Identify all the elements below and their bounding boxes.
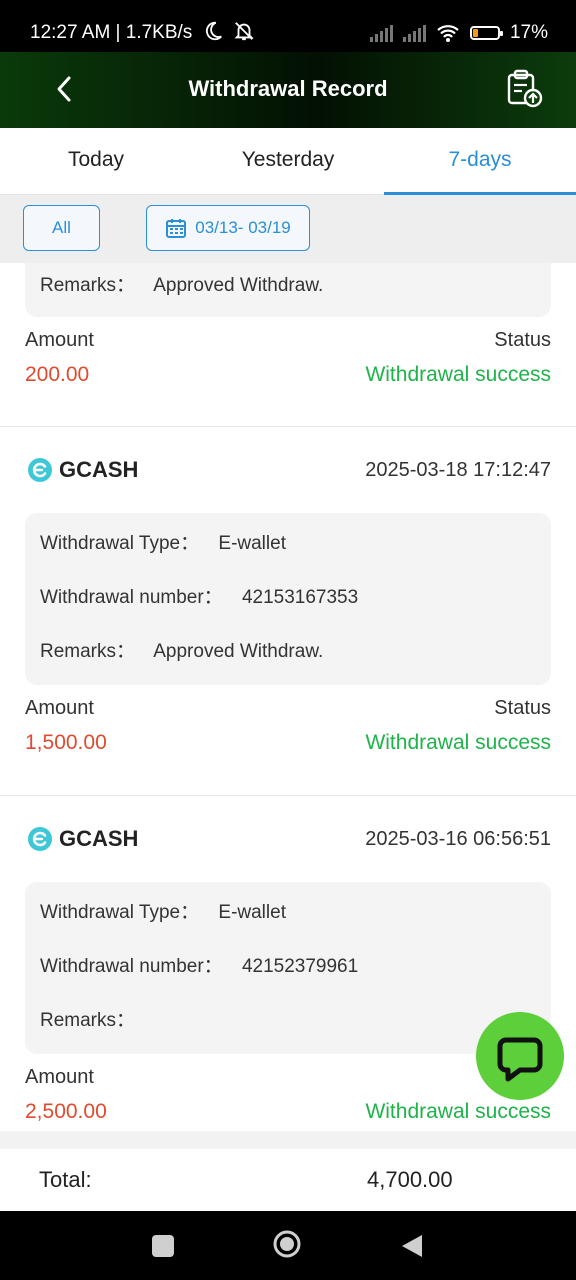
status-bar: 12:27 AM | 1.7KB/s 17% xyxy=(0,0,576,52)
home-button-icon[interactable] xyxy=(273,1230,301,1258)
calendar-icon xyxy=(166,219,187,238)
total-bar: Total: 4,700.00 xyxy=(0,1149,576,1211)
remarks-row: Remarks： Approved Withdraw. xyxy=(40,625,536,679)
record-header: GCASH 2025-03-16 06:56:51 xyxy=(0,796,576,882)
remarks-label: Remarks： xyxy=(40,1010,136,1031)
withdrawal-number-value: 42153167353 xyxy=(241,587,359,608)
record-header: GCASH 2025-03-18 17:12:47 xyxy=(0,427,576,513)
status-label: Status xyxy=(494,329,551,351)
bell-off-icon xyxy=(234,22,254,41)
amount-status-row: Amount Status 200.00 Withdrawal success xyxy=(0,317,576,426)
gcash-logo-icon xyxy=(28,827,52,851)
battery-icon xyxy=(469,26,503,40)
payment-method: GCASH xyxy=(27,457,138,483)
withdrawal-number-row: Withdrawal number： 42152379961 xyxy=(40,940,536,994)
signal-icon xyxy=(369,24,393,42)
status-label: Status xyxy=(494,697,551,719)
withdrawal-list[interactable]: Remarks： Approved Withdraw. Amount Statu… xyxy=(0,263,576,1131)
remarks-value: Approved Withdraw. xyxy=(153,275,324,296)
withdrawal-type-row: Withdrawal Type： E-wallet xyxy=(40,886,536,940)
withdrawal-type-value: E-wallet xyxy=(218,533,286,554)
total-value: 4,700.00 xyxy=(367,1167,453,1192)
remarks-row: Remarks： xyxy=(40,994,536,1048)
record-datetime: 2025-03-18 17:12:47 xyxy=(365,459,551,481)
battery-percent: 17% xyxy=(509,22,548,43)
gcash-logo-icon xyxy=(28,458,52,482)
divider xyxy=(0,1131,576,1149)
amount-value: 2,500.00 xyxy=(25,1100,107,1123)
record-details: Withdrawal Type： E-wallet Withdrawal num… xyxy=(25,513,551,685)
chat-support-button[interactable] xyxy=(476,1012,564,1100)
back-triangle-icon[interactable] xyxy=(400,1233,424,1259)
clipboard-upload-icon[interactable] xyxy=(504,68,544,108)
amount-label: Amount xyxy=(25,1066,94,1088)
withdrawal-type-label: Withdrawal Type： xyxy=(40,533,200,554)
amount-value: 200.00 xyxy=(25,363,90,386)
filter-bar: All 03/13- 03/19 xyxy=(0,195,576,263)
remarks-row: Remarks： Approved Withdraw. xyxy=(40,263,536,311)
wifi-icon xyxy=(437,25,459,42)
status-right: 17% xyxy=(369,22,548,44)
record-details: Remarks： Approved Withdraw. xyxy=(25,263,551,317)
chat-bubble-icon xyxy=(497,1037,543,1082)
amount-value: 1,500.00 xyxy=(25,731,107,754)
withdrawal-number-label: Withdrawal number： xyxy=(40,587,223,608)
withdrawal-type-row: Withdrawal Type： E-wallet xyxy=(40,517,536,571)
status-value: Withdrawal success xyxy=(365,363,551,386)
payment-method-name: GCASH xyxy=(59,457,139,482)
date-tabs: Today Yesterday 7-days xyxy=(0,128,576,195)
withdrawal-record: Remarks： Approved Withdraw. Amount Statu… xyxy=(0,263,576,427)
signal-icon-2 xyxy=(402,24,426,42)
remarks-label: Remarks： xyxy=(40,641,136,662)
record-datetime: 2025-03-16 06:56:51 xyxy=(365,828,551,850)
status-system-icons xyxy=(202,20,255,42)
tab-yesterday[interactable]: Yesterday xyxy=(192,128,384,194)
tab-today[interactable]: Today xyxy=(0,128,192,194)
tab-7-days[interactable]: 7-days xyxy=(384,128,576,195)
all-filter-button[interactable]: All xyxy=(23,205,100,251)
recent-apps-button[interactable] xyxy=(152,1235,174,1257)
remarks-value: Approved Withdraw. xyxy=(153,641,324,662)
date-range-label: 03/13- 03/19 xyxy=(195,218,291,237)
payment-method: GCASH xyxy=(27,826,138,852)
status-value: Withdrawal success xyxy=(365,731,551,754)
system-nav-bar xyxy=(0,1211,576,1280)
withdrawal-number-value: 42152379961 xyxy=(241,956,359,977)
payment-method-name: GCASH xyxy=(59,826,139,851)
status-value: Withdrawal success xyxy=(365,1100,551,1123)
record-details: Withdrawal Type： E-wallet Withdrawal num… xyxy=(25,882,551,1054)
withdrawal-type-label: Withdrawal Type： xyxy=(40,902,200,923)
withdrawal-number-row: Withdrawal number： 42153167353 xyxy=(40,571,536,625)
amount-label: Amount xyxy=(25,697,94,719)
date-range-button[interactable]: 03/13- 03/19 xyxy=(146,205,310,251)
amount-status-row: Amount Status 1,500.00 Withdrawal succes… xyxy=(0,685,576,795)
withdrawal-record: GCASH 2025-03-18 17:12:47 Withdrawal Typ… xyxy=(0,427,576,796)
withdrawal-type-value: E-wallet xyxy=(218,902,286,923)
total-label: Total: xyxy=(39,1167,92,1192)
status-time: 12:27 AM | 1.7KB/s xyxy=(30,22,193,43)
app-header: Withdrawal Record xyxy=(0,52,576,128)
withdrawal-number-label: Withdrawal number： xyxy=(40,956,223,977)
remarks-label: Remarks： xyxy=(40,275,136,296)
moon-icon xyxy=(205,21,222,41)
page-title: Withdrawal Record xyxy=(188,76,388,101)
amount-label: Amount xyxy=(25,329,94,351)
